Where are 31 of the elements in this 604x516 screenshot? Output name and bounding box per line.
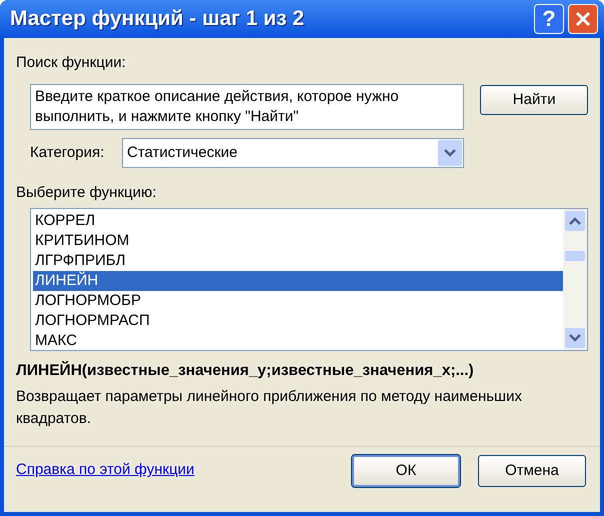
- list-label: Выберите функцию:: [16, 183, 158, 202]
- chevron-up-icon: [569, 217, 581, 225]
- help-button[interactable]: ?: [534, 4, 564, 34]
- search-field[interactable]: Введите краткое описание действия, которое нужно выполнить, и нажмите кнопку "Найти": [30, 84, 464, 130]
- scrollbar[interactable]: [563, 209, 587, 350]
- chevron-down-icon: [569, 334, 581, 342]
- list-item[interactable]: МАКС: [33, 331, 563, 351]
- close-icon: [574, 10, 592, 28]
- list-item[interactable]: ЛГРФПРИБЛ: [33, 251, 563, 271]
- list-item[interactable]: КОРРЕЛ: [33, 211, 563, 231]
- dialog-button[interactable]: Отмена: [478, 455, 586, 488]
- category-value: Статистические: [127, 142, 238, 163]
- dialog-button[interactable]: ОК: [352, 455, 460, 488]
- list-item[interactable]: ЛОГНОРМРАСП: [33, 311, 563, 331]
- scroll-down-button[interactable]: [565, 328, 585, 348]
- search-label: Поиск функции:: [16, 53, 127, 73]
- list-item[interactable]: КРИТБИНОМ: [33, 231, 563, 251]
- function-description: Возвращает параметры линейного приближения по методу наименьших квадратов.: [16, 387, 523, 430]
- dropdown-button[interactable]: [438, 140, 462, 166]
- scroll-up-button[interactable]: [565, 211, 585, 231]
- close-button[interactable]: [568, 4, 598, 34]
- find-button[interactable]: Найти: [480, 85, 588, 115]
- help-link[interactable]: Справка по этой функции: [16, 459, 352, 482]
- category-dropdown[interactable]: Статистические: [122, 138, 464, 168]
- scroll-thumb[interactable]: [565, 251, 585, 261]
- window-title: Мастер функций - шаг 1 из 2: [10, 6, 306, 32]
- function-signature: ЛИНЕЙН(известные_значения_y;известные_значения_x;...): [16, 360, 475, 381]
- chevron-down-icon: [444, 149, 456, 157]
- category-label: Категория:: [30, 142, 106, 163]
- list-item[interactable]: ЛОГНОРМОБР: [33, 291, 563, 311]
- list-item[interactable]: ЛИНЕЙН: [33, 271, 563, 291]
